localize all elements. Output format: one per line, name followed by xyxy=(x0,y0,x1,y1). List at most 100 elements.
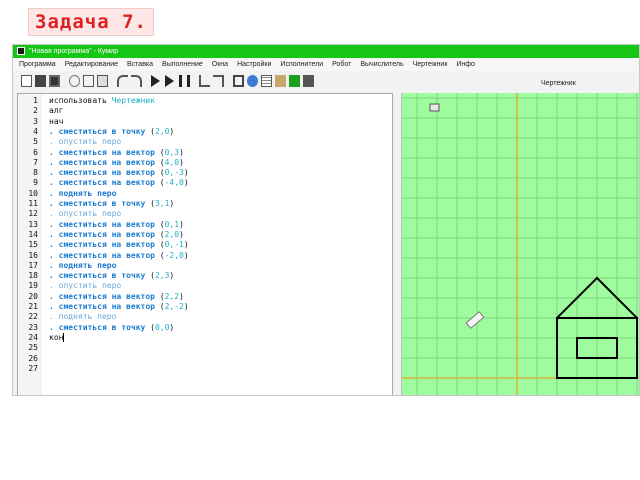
step-out-icon[interactable] xyxy=(213,75,224,87)
open-folder-icon[interactable] xyxy=(35,75,46,87)
code-text: . опустить перо xyxy=(49,137,121,147)
line-number: 21 xyxy=(28,302,38,311)
grid-icon[interactable] xyxy=(261,75,272,87)
menu-edit[interactable]: Редактирование xyxy=(65,58,118,71)
window-title: "Новая программа" - Кумир xyxy=(29,48,118,55)
code-token: ) xyxy=(169,126,175,136)
code-token: ( xyxy=(154,157,165,167)
cut-icon[interactable] xyxy=(69,75,80,87)
code-line: 16 . сместиться на вектор (-2,0) xyxy=(18,251,388,261)
code-line: 1 использовать Чертежник xyxy=(18,96,388,106)
code-token: ) xyxy=(179,229,184,239)
code-text: . сместиться на вектор (4,0) xyxy=(49,158,184,168)
drawer-performer-icon[interactable] xyxy=(275,75,286,87)
save-icon[interactable] xyxy=(49,75,60,87)
code-token: использовать xyxy=(49,96,112,105)
menu-info[interactable]: Инфо xyxy=(456,58,475,71)
redo-icon[interactable] xyxy=(131,75,142,87)
code-token: ) xyxy=(183,302,189,311)
line-number: 7 xyxy=(33,157,38,167)
line-number: 18 xyxy=(28,271,38,281)
menu-run[interactable]: Выполнение xyxy=(162,58,203,71)
code-line: 19 . опустить перо xyxy=(18,281,388,291)
run-icon[interactable] xyxy=(151,75,160,87)
code-text: . сместиться на вектор (0,3) xyxy=(49,148,184,158)
drawer-canvas[interactable] xyxy=(401,93,639,395)
menu-insert[interactable]: Вставка xyxy=(127,58,153,71)
code-line: 23 . сместиться в точку (0,0) xyxy=(18,323,388,333)
line-number: 10 xyxy=(28,188,38,198)
globe-icon[interactable] xyxy=(247,75,258,87)
code-token: ( xyxy=(154,240,165,250)
line-number: 8 xyxy=(33,168,38,178)
code-line: 20 . сместиться на вектор (2,2) xyxy=(18,292,388,302)
code-token: ) xyxy=(183,240,189,250)
line-number: 9 xyxy=(33,178,38,188)
undo-icon[interactable] xyxy=(117,75,128,87)
copy-icon[interactable] xyxy=(83,75,94,87)
code-token: 0,3 xyxy=(164,147,180,157)
code-line: 25 xyxy=(18,343,388,353)
menu-program[interactable]: Программа xyxy=(19,58,56,71)
line-number: 3 xyxy=(33,116,38,126)
code-token: . сместиться в точку xyxy=(49,271,146,281)
code-token: . сместиться на вектор xyxy=(49,178,155,188)
code-text: . сместиться на вектор (0,-1) xyxy=(49,240,189,250)
step-into-icon[interactable] xyxy=(199,75,210,87)
menu-windows[interactable]: Окна xyxy=(212,58,228,71)
code-token: 0,-3 xyxy=(164,168,184,178)
code-token: ( xyxy=(145,322,155,332)
code-token: ) xyxy=(179,219,184,229)
line-number: 23 xyxy=(28,322,38,332)
menu-settings[interactable]: Настройки xyxy=(237,58,271,71)
code-text: . сместиться в точку (0,0) xyxy=(49,323,174,333)
code-token: ( xyxy=(145,271,155,281)
menu-robot[interactable]: Робот xyxy=(332,58,351,71)
code-editor[interactable]: 1 использовать Чертежник 2 алг 3 нач 4 . смести… xyxy=(17,93,393,395)
stop-icon[interactable] xyxy=(233,75,244,87)
menu-calculator[interactable]: Вычислитель xyxy=(360,58,403,71)
line-number: 15 xyxy=(28,240,38,250)
code-token: 2,0 xyxy=(154,126,170,136)
code-token: . сместиться на вектор xyxy=(49,240,155,250)
line-number: 12 xyxy=(28,209,38,219)
code-text: нач xyxy=(49,117,63,127)
canvas-marker-icon xyxy=(429,103,440,112)
code-token: . поднять перо xyxy=(49,312,117,322)
code-token: 3,1 xyxy=(154,199,170,208)
code-token: ( xyxy=(154,302,165,311)
code-text: . сместиться на вектор (0,1) xyxy=(49,220,184,230)
code-token: алг xyxy=(49,106,64,116)
drawing-svg xyxy=(402,93,639,395)
code-text: . поднять перо xyxy=(49,312,116,322)
line-number: 5 xyxy=(33,137,38,147)
line-number: 4 xyxy=(33,126,38,136)
robot-performer-icon[interactable] xyxy=(289,75,300,87)
code-token: . сместиться в точку xyxy=(49,126,146,136)
new-file-icon[interactable] xyxy=(21,75,32,87)
code-line: 6 . сместиться на вектор (0,3) xyxy=(18,148,388,158)
menu-drawer[interactable]: Чертежник xyxy=(413,58,448,71)
calculator-icon[interactable] xyxy=(303,75,314,87)
run-steps-icon[interactable] xyxy=(165,75,174,87)
code-token: 2,-2 xyxy=(164,302,184,311)
code-token: . поднять перо xyxy=(49,188,117,198)
code-line: 2 алг xyxy=(18,106,388,116)
paste-icon[interactable] xyxy=(97,75,108,87)
code-line: 13 . сместиться на вектор (0,1) xyxy=(18,220,388,230)
code-line: 10 . поднять перо xyxy=(18,189,388,199)
code-line: 26 xyxy=(18,354,388,364)
code-line: 8 . сместиться на вектор (0,-3) xyxy=(18,168,388,178)
text-cursor xyxy=(63,332,65,342)
code-line: 12 . опустить перо xyxy=(18,209,388,219)
step-over-icon[interactable] xyxy=(179,75,190,87)
code-token: ) xyxy=(169,199,175,208)
menu-performers[interactable]: Исполнители xyxy=(280,58,323,71)
line-number: 16 xyxy=(28,250,38,260)
line-number: 6 xyxy=(33,147,38,157)
code-token: ( xyxy=(154,147,165,157)
code-token: . сместиться на вектор xyxy=(49,302,155,311)
line-number: 2 xyxy=(33,106,38,116)
code-line: 21 . сместиться на вектор (2,-2) xyxy=(18,302,388,312)
code-token: нач xyxy=(49,116,64,126)
